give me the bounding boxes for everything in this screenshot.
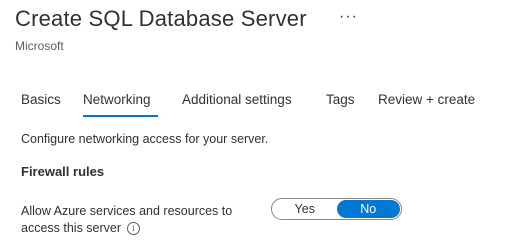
networking-description: Configure networking access for your ser… (21, 132, 269, 146)
tab-tags[interactable]: Tags (326, 92, 355, 107)
page-title: Create SQL Database Server (15, 6, 307, 31)
tab-review-create[interactable]: Review + create (378, 92, 475, 107)
create-sql-server-page: Create SQL Database Server ··· Microsoft… (0, 0, 510, 246)
active-tab-indicator (83, 115, 158, 117)
allow-azure-services-label: Allow Azure services and resources to ac… (21, 203, 251, 237)
allow-azure-label-line2: access this server (21, 221, 122, 235)
toggle-option-yes[interactable]: Yes (273, 200, 337, 218)
ellipsis-icon[interactable]: ··· (339, 8, 358, 26)
tab-basics[interactable]: Basics (21, 92, 61, 107)
allow-azure-services-toggle: Yes No (271, 198, 402, 220)
tab-networking[interactable]: Networking (83, 92, 151, 107)
toggle-option-no[interactable]: No (336, 200, 400, 218)
firewall-rules-heading: Firewall rules (21, 164, 105, 179)
tab-additional-settings[interactable]: Additional settings (182, 92, 292, 107)
info-icon[interactable]: i (127, 222, 141, 236)
allow-azure-label-line2-row: access this server i (21, 220, 251, 237)
publisher-label: Microsoft (15, 39, 64, 53)
wizard-tabs: Basics Networking Additional settings Ta… (0, 92, 510, 120)
allow-azure-label-line1: Allow Azure services and resources to (21, 204, 233, 218)
